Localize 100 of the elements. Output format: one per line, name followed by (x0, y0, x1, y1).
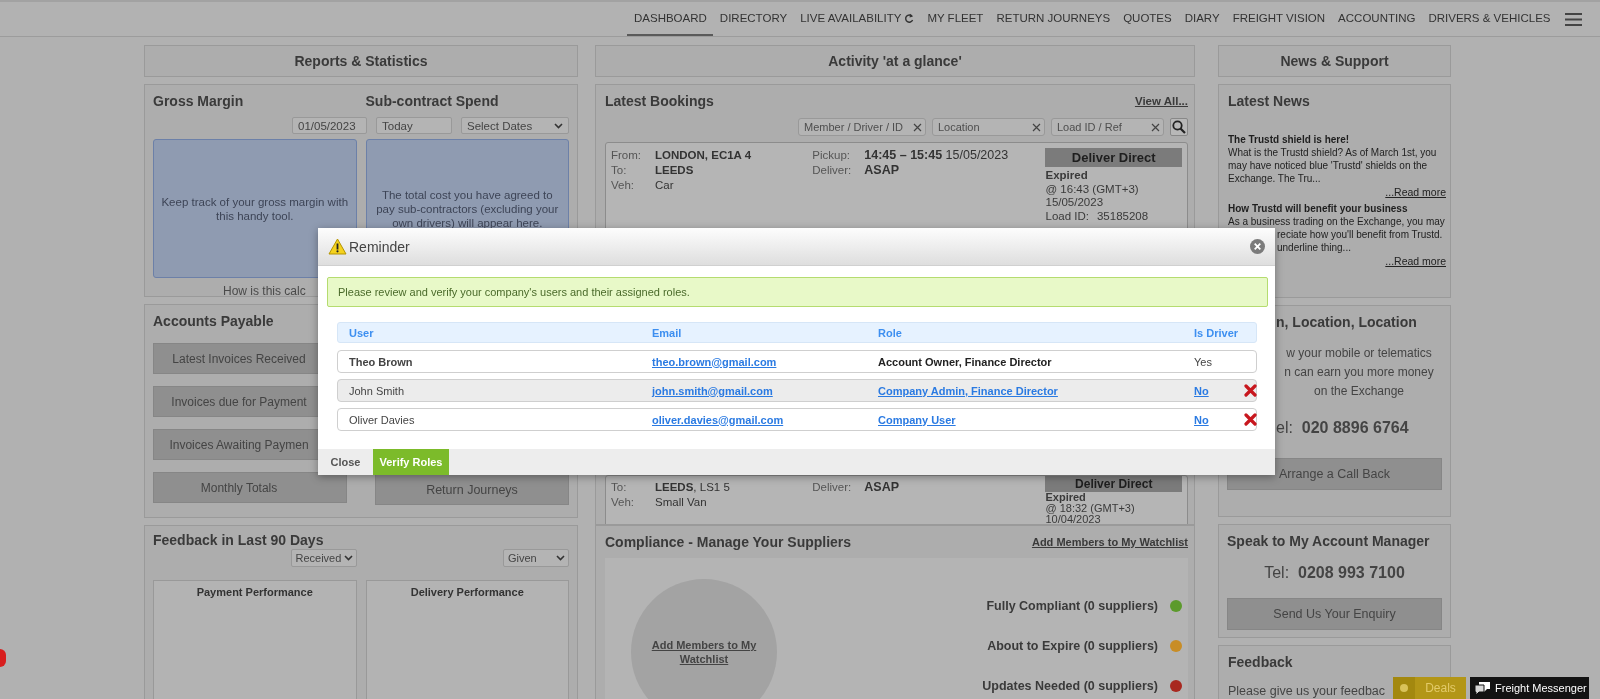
column-header: Role (878, 326, 903, 339)
section-header: Activity 'at a glance' (595, 45, 1195, 77)
nav-link[interactable]: QUOTES (1116, 2, 1179, 36)
date-field[interactable]: Today (376, 117, 452, 134)
column-header: Is Driver (1194, 326, 1240, 339)
table-cell-text: John Smith (349, 384, 406, 397)
role-link[interactable]: Company Admin, Finance Director (878, 384, 1058, 397)
field-label: From: (611, 148, 643, 163)
status-label: About to Expire (0 suppliers) (987, 639, 1158, 653)
help-link[interactable]: How is this calc (223, 284, 306, 296)
menu-icon[interactable] (1565, 12, 1582, 26)
feedback-text: Please give us your feedbac (1228, 684, 1386, 698)
nav-link[interactable]: LIVE AVAILABILITY (793, 2, 921, 36)
clear-icon[interactable] (913, 122, 922, 132)
expiry-text: @ 18:32 (GMT+3) (1045, 503, 1136, 514)
news-title: How Trustd will benefit your business (1228, 202, 1409, 215)
section-header: News & Support (1218, 45, 1451, 77)
menu-button[interactable]: Monthly Totals (153, 472, 347, 503)
expiry-date: 15/05/2023 (1045, 196, 1105, 210)
panel-title: Sub-contract Spend (365, 93, 500, 109)
table-cell-text: Theo Brown (349, 355, 414, 368)
search-button[interactable] (1170, 118, 1188, 136)
read-more-link[interactable]: ...Read more (1385, 255, 1446, 267)
enquiry-button[interactable]: Send Us Your Enquiry (1227, 598, 1442, 630)
chart-title: Delivery Performance (410, 586, 524, 598)
search-field[interactable]: Load ID / Ref (1051, 118, 1164, 136)
search-icon (1172, 120, 1186, 134)
panel-title: n, Location, Location (1276, 314, 1418, 330)
nav-link[interactable]: MY FLEET (920, 2, 990, 36)
panel-title: Compliance - Manage Your Suppliers (605, 534, 852, 550)
driver-link[interactable]: No (1194, 413, 1209, 426)
delete-icon[interactable] (1244, 384, 1257, 397)
field-value: Car (655, 178, 674, 193)
messenger-label: Freight Messenger (1495, 682, 1587, 694)
panel-title: Feedback in Last 90 Days (153, 532, 325, 548)
news-text: Exchange. The Tru... (1228, 172, 1322, 185)
field-label: Veh: (611, 178, 636, 193)
field-value: LEEDS (655, 163, 694, 178)
status-text: Expired (1045, 169, 1089, 183)
nav-link[interactable]: DIRECTORY (713, 2, 794, 36)
email-link[interactable]: oliver.davies@gmail.com (652, 413, 784, 426)
service-label: Deliver Direct (1045, 476, 1182, 492)
clear-icon[interactable] (1032, 122, 1041, 132)
refresh-icon (904, 12, 915, 24)
expiry-text: @ 16:43 (GMT+3) (1045, 182, 1140, 196)
email-link[interactable]: theo.brown@gmail.com (652, 355, 777, 368)
panel-title: Latest Bookings (605, 93, 714, 109)
panel-title: Gross Margin (153, 93, 245, 109)
driver-link[interactable]: No (1194, 384, 1209, 397)
menu-button[interactable]: Return Journeys (375, 474, 569, 505)
field-label: Pickup: (812, 148, 851, 163)
deals-label: Deals (1424, 681, 1457, 695)
phone-number: Tel: 0208 993 7100 (1263, 563, 1406, 583)
nav-link[interactable]: DIARY (1178, 2, 1227, 36)
read-more-link[interactable]: ...Read more (1385, 186, 1446, 198)
watchlist-button[interactable]: Add Members to My Watchlist (631, 579, 777, 699)
delete-icon[interactable] (1244, 413, 1257, 426)
view-all-link[interactable]: View All... (1134, 95, 1188, 107)
alert-message: Please review and verify your company's users and their assigned roles. (327, 277, 1268, 307)
nav-link[interactable]: ACCOUNTING (1331, 2, 1422, 36)
search-field[interactable]: Member / Driver / ID (798, 118, 926, 136)
section-header: Reports & Statistics (144, 45, 578, 77)
role-link[interactable]: Company User (878, 413, 956, 426)
status-label: Updates Needed (0 suppliers) (982, 679, 1158, 693)
field-value: ASAP (864, 480, 900, 495)
clear-icon[interactable] (1151, 122, 1160, 132)
promo-text: n can earn you more money (1283, 364, 1435, 381)
watchlist-link[interactable]: Add Members to My Watchlist (1031, 536, 1188, 548)
booking-card[interactable]: To: LEEDS, LS1 5 Veh: Small Van Deliver: ASAP Deliver Direct Expired @ 18:32 (GMT+3) 10/04/2023 (605, 475, 1188, 524)
dropdown[interactable]: Received (290, 549, 357, 567)
messenger-button[interactable]: Freight Messenger (1470, 677, 1589, 699)
status-text: Expired (1045, 492, 1086, 503)
date-field[interactable]: 01/05/2023 (292, 117, 367, 134)
dropdown[interactable]: Select Dates (461, 117, 569, 134)
nav-link[interactable]: DASHBOARD (627, 2, 714, 36)
news-text: What is the Trustd shield? As of March 1st, you (1228, 146, 1438, 159)
column-header: Email (652, 326, 683, 339)
field-value: Small Van (655, 495, 707, 510)
panel-title: Latest News (1228, 93, 1311, 109)
table-cell-text: Account Owner, Finance Director (878, 355, 1053, 368)
nav-link[interactable]: FREIGHT VISION (1226, 2, 1332, 36)
news-text: As a business trading on the Exchange, you may (1228, 215, 1446, 228)
nav-link[interactable]: DRIVERS & VEHICLES (1421, 2, 1557, 36)
panel-title: Feedback (1228, 654, 1294, 670)
column-header: User (349, 326, 375, 339)
field-value: 35185208 (1096, 209, 1149, 222)
close-icon[interactable] (1250, 239, 1265, 254)
promo-text: w your mobile or telematics (1285, 345, 1433, 362)
warning-icon (328, 238, 347, 255)
email-link[interactable]: john.smith@gmail.com (652, 384, 773, 397)
status-label: Fully Compliant (0 suppliers) (986, 599, 1158, 613)
dropdown[interactable]: Given (503, 549, 569, 567)
expiry-date: 10/04/2023 (1045, 514, 1101, 524)
phone-number: el: 020 8896 6764 (1276, 419, 1409, 437)
nav-link[interactable]: RETURN JOURNEYS (989, 2, 1117, 36)
field-value: ASAP (864, 163, 900, 178)
search-field[interactable]: Location (932, 118, 1045, 136)
news-text: may have noticed blue 'Trustd' shields on the (1228, 159, 1429, 172)
table-cell-text: Oliver Davies (349, 413, 416, 426)
caret-icon (343, 555, 353, 561)
